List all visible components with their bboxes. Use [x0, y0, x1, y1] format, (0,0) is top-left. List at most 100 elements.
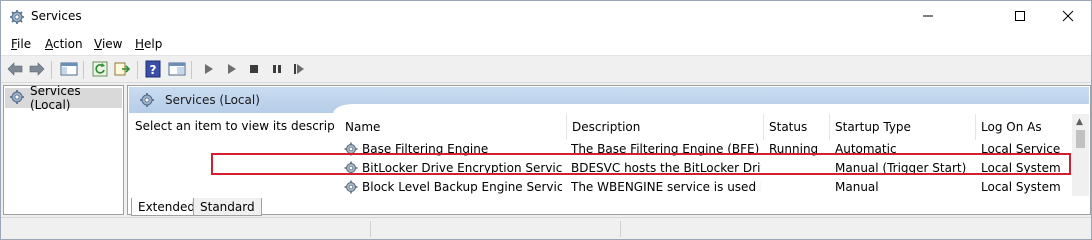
- status-segment: [1, 221, 371, 237]
- column-header-description[interactable]: Description: [567, 114, 764, 140]
- close-icon: [1062, 10, 1074, 25]
- column-header-label: Name: [345, 120, 381, 134]
- cell-description: The Base Filtering Engine (BFE) is ...: [571, 142, 761, 156]
- column-header-label: Log On As: [981, 120, 1042, 134]
- column-header-startup-type[interactable]: Startup Type: [830, 114, 976, 140]
- toolbar-separator: [137, 61, 138, 79]
- tab-label: Extended: [138, 199, 195, 214]
- refresh-button[interactable]: [90, 60, 110, 80]
- toolbar: ?: [1, 55, 1091, 83]
- services-pane: Services (Local) Select an item to view …: [127, 85, 1091, 215]
- menu-action-label: ction: [53, 37, 83, 51]
- cell-name: Block Level Backup Engine Service: [362, 180, 562, 194]
- table-row-bitlocker[interactable]: BitLocker Drive Encryption Service BDESV…: [335, 159, 1073, 178]
- table-row[interactable]: Base Filtering Engine The Base Filtering…: [335, 140, 1073, 159]
- forward-button[interactable]: [27, 60, 47, 80]
- services-table: Name ˄ Description Status Startup Type L…: [335, 114, 1073, 196]
- back-button[interactable]: [5, 60, 25, 80]
- cell-log-on-as: Local Service: [981, 142, 1061, 156]
- service-gear-icon: [343, 141, 359, 160]
- column-header-label: Startup Type: [835, 120, 911, 134]
- cell-startup-type: Automatic: [835, 142, 897, 156]
- minimize-button[interactable]: [905, 1, 951, 33]
- menu-file[interactable]: File: [11, 37, 31, 51]
- description-panel: Select an item to view its description.: [135, 119, 361, 133]
- cell-name: BitLocker Drive Encryption Service: [362, 161, 562, 175]
- description-prompt: Select an item to view its description.: [135, 119, 362, 133]
- cell-status: Running: [769, 142, 819, 156]
- service-gear-icon: [343, 160, 359, 179]
- title-bar[interactable]: Services: [1, 1, 1091, 33]
- scroll-thumb[interactable]: [1076, 130, 1085, 148]
- tab-standard[interactable]: Standard: [193, 198, 262, 216]
- window-title: Services: [31, 9, 82, 23]
- properties-button[interactable]: [167, 60, 187, 80]
- table-row[interactable]: Block Level Backup Engine Service The WB…: [335, 178, 1073, 196]
- column-header-label: Status: [769, 120, 808, 134]
- stop-service-button[interactable]: [244, 60, 264, 80]
- cell-description: The WBENGINE service is used by ...: [571, 180, 761, 194]
- start-icon: [204, 63, 214, 78]
- menu-view-label: iew: [101, 37, 123, 51]
- service-gear-icon: [343, 179, 359, 196]
- menu-action[interactable]: Action: [45, 37, 83, 51]
- vertical-scrollbar[interactable]: ▲: [1072, 114, 1089, 196]
- export-list-icon: [114, 61, 131, 80]
- forward-icon: [29, 61, 45, 79]
- tab-label: Standard: [200, 199, 255, 214]
- maximize-icon: [1014, 10, 1026, 25]
- services-window: Services File Action View Help ? Service…: [0, 0, 1092, 240]
- toolbar-separator: [83, 61, 84, 79]
- cell-startup-type: Manual (Trigger Start): [835, 161, 967, 175]
- column-header-log-on-as[interactable]: Log On As: [976, 114, 1073, 140]
- start-service-button[interactable]: [199, 60, 219, 80]
- pause-service-button[interactable]: [267, 60, 287, 80]
- sort-ascending-icon: ˄: [453, 114, 458, 122]
- pane-header-decoration: [333, 104, 1090, 114]
- cell-name: Base Filtering Engine: [362, 142, 489, 156]
- services-gear-icon: [139, 92, 155, 111]
- menu-view-mnemonic: V: [94, 37, 102, 51]
- pause-icon: [272, 63, 282, 77]
- cell-log-on-as: Local System: [981, 180, 1061, 194]
- restart-service-button[interactable]: [289, 60, 309, 80]
- services-gear-icon: [9, 89, 25, 108]
- start-alt-icon: [227, 63, 237, 78]
- pane-header-title: Services (Local): [165, 93, 260, 107]
- export-list-button[interactable]: [112, 60, 132, 80]
- stop-icon: [249, 63, 259, 77]
- start-service-alt-button[interactable]: [222, 60, 242, 80]
- column-header-label: Description: [572, 120, 641, 134]
- scroll-up-icon[interactable]: ▲: [1076, 117, 1083, 127]
- menu-help-label: elp: [144, 37, 163, 51]
- pane-header: Services (Local): [129, 87, 1090, 114]
- close-button[interactable]: [1045, 1, 1091, 33]
- maximize-button[interactable]: [997, 1, 1043, 33]
- menu-view[interactable]: View: [94, 37, 122, 51]
- svg-text:?: ?: [150, 63, 157, 77]
- back-icon: [7, 61, 23, 79]
- menu-action-mnemonic: A: [45, 37, 53, 51]
- restart-icon: [293, 63, 305, 78]
- menu-file-label: ile: [17, 37, 32, 51]
- column-header-status[interactable]: Status: [764, 114, 830, 140]
- toolbar-separator: [51, 61, 52, 79]
- cell-description: BDESVC hosts the BitLocker Drive ...: [571, 161, 761, 175]
- tab-extended[interactable]: Extended: [131, 198, 202, 216]
- refresh-icon: [92, 61, 108, 80]
- menu-help-mnemonic: H: [135, 37, 145, 51]
- properties-icon: [168, 61, 186, 80]
- cell-log-on-as: Local System: [981, 161, 1061, 175]
- status-bar: [1, 217, 1091, 239]
- help-icon: ?: [145, 60, 161, 81]
- show-hide-console-tree-icon: [60, 61, 78, 80]
- status-segment: [371, 221, 621, 237]
- column-header-name[interactable]: Name ˄: [340, 114, 567, 140]
- cell-startup-type: Manual: [835, 180, 879, 194]
- help-button[interactable]: ?: [143, 60, 163, 80]
- tree-item-services-local[interactable]: Services (Local): [5, 84, 122, 112]
- services-gear-icon: [9, 9, 25, 25]
- menu-help[interactable]: Help: [135, 37, 162, 51]
- tree-item-label: Services (Local): [30, 84, 81, 112]
- show-hide-console-tree-button[interactable]: [59, 60, 79, 80]
